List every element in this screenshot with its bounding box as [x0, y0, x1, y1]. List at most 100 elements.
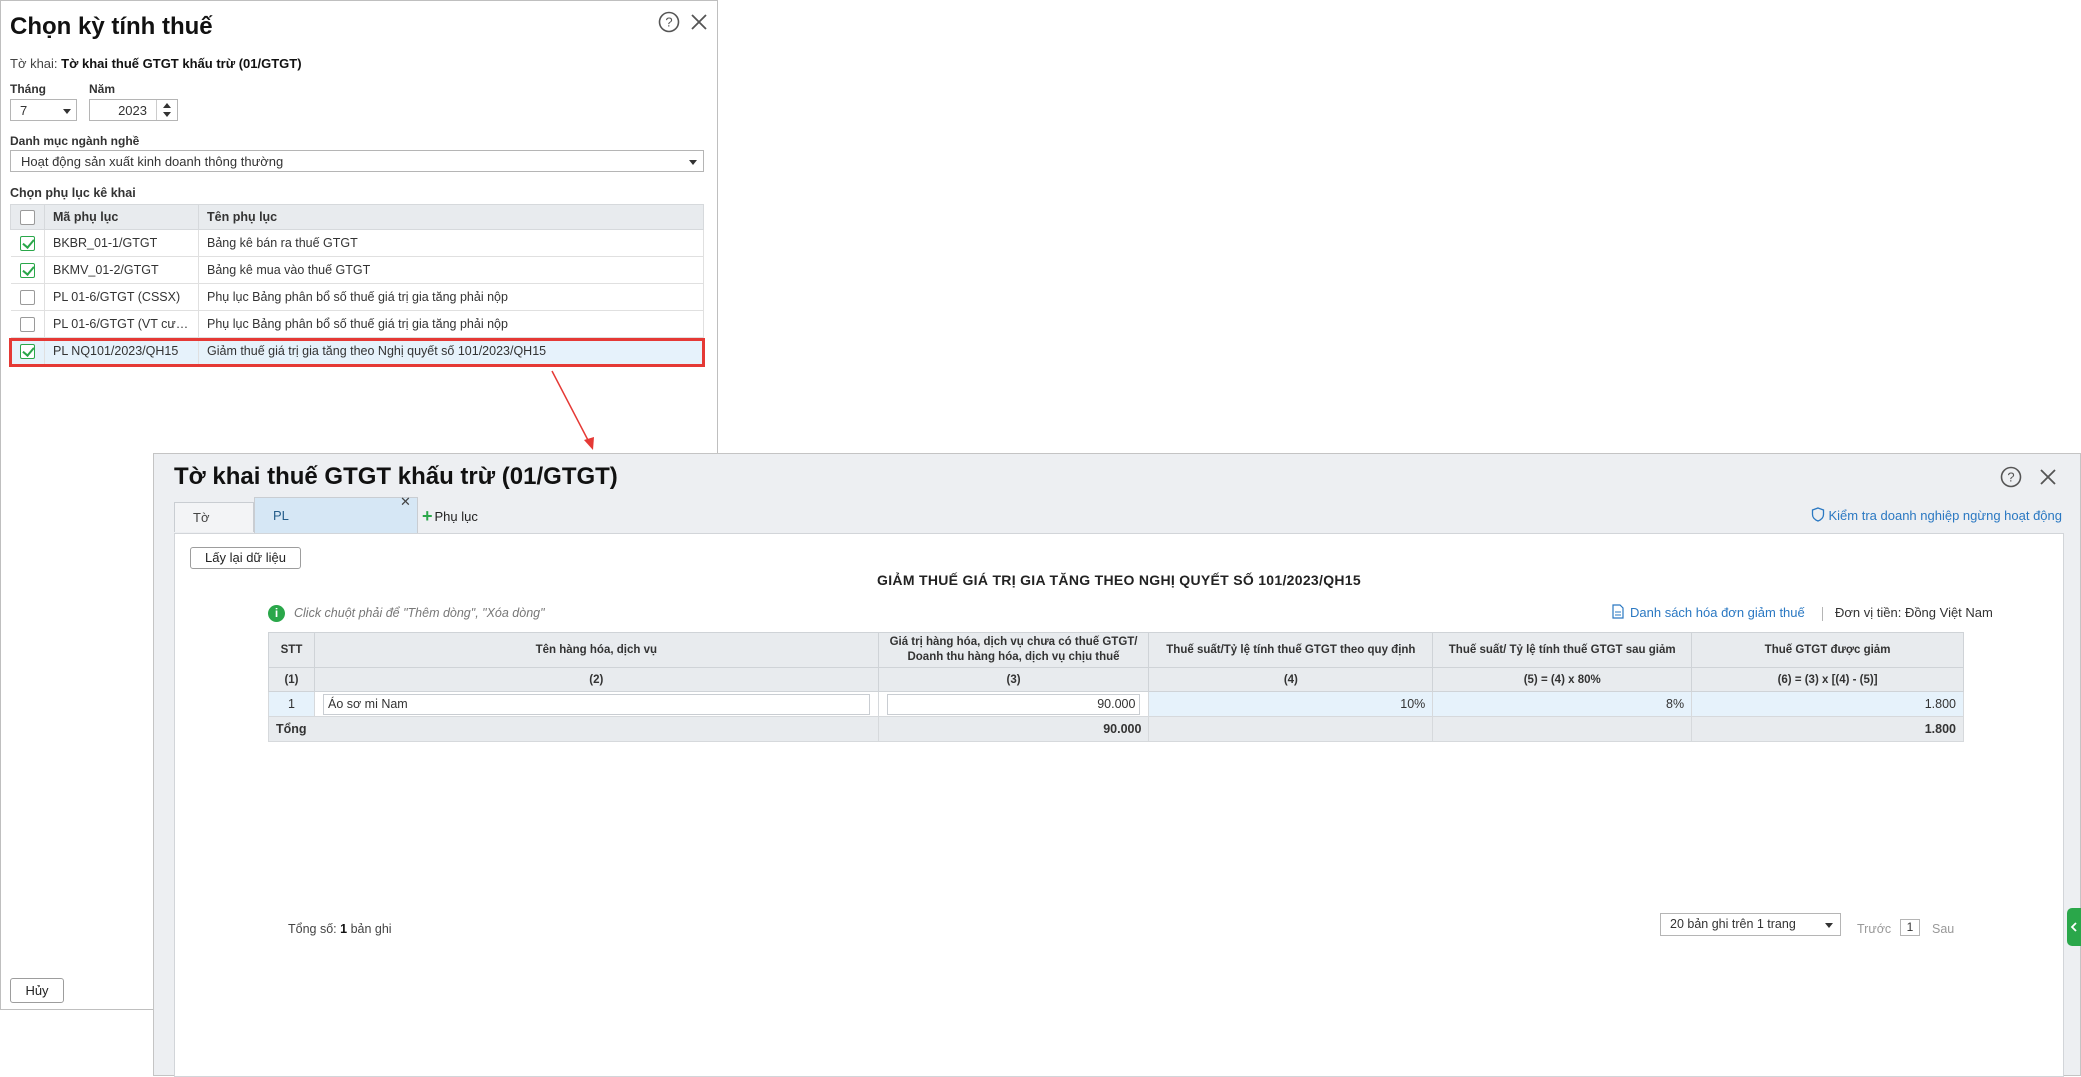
divider: [1822, 607, 1823, 621]
tab-appendix-nq101[interactable]: PL NQ101/2023/QH15: [254, 497, 418, 559]
appendix-name: Bảng kê mua vào thuế GTGT: [198, 256, 704, 284]
close-tab-icon[interactable]: ✕: [400, 494, 411, 510]
add-appendix-button[interactable]: + Phụ lục: [422, 506, 478, 527]
reduced-tax-invoices-link[interactable]: Danh sách hóa đơn giảm thuế: [1612, 603, 1805, 623]
appendix-code: PL NQ101/2023/QH15: [44, 337, 199, 365]
check-business-status-label: Kiểm tra doanh nghiệp ngừng hoạt động: [1828, 508, 2063, 523]
appendix-label: Chọn phụ lục kê khai: [10, 186, 136, 200]
tax-reduction-table: STT Tên hàng hóa, dịch vụ Giá trị hàng h…: [268, 632, 1964, 742]
total-row: Tổng 90.000 1.800: [268, 716, 1964, 742]
plus-icon: +: [422, 506, 433, 526]
table-row[interactable]: 1 Áo sơ mi Nam 90.000 10% 8% 1.800: [268, 691, 1964, 717]
help-icon[interactable]: ?: [1999, 465, 2023, 489]
year-value: 2023: [118, 103, 147, 118]
row-checkbox[interactable]: [10, 337, 45, 365]
spin-down-icon[interactable]: [163, 112, 171, 117]
chevron-down-icon: [63, 109, 71, 114]
column-index: (5) = (4) x 80%: [1432, 667, 1693, 692]
appendix-code: BKBR_01-1/GTGT: [44, 229, 199, 257]
column-header-reduced-rate: Thuế suất/ Tỷ lệ tính thuế GTGT sau giảm: [1432, 632, 1693, 668]
appendix-code: PL 01-6/GTGT (CSSX): [44, 283, 199, 311]
declaration-value: Tờ khai thuế GTGT khấu trừ (01/GTGT): [61, 56, 302, 71]
column-header-stt: STT: [268, 632, 315, 668]
column-header-goods-name: Tên hàng hóa, dịch vụ: [313, 632, 879, 668]
close-icon[interactable]: [2036, 465, 2060, 489]
column-index: (6) = (3) x [(4) - (5)]: [1691, 667, 1964, 692]
row-checkbox[interactable]: [10, 229, 45, 257]
total-value: 90.000: [877, 716, 1150, 742]
appendix-code: PL 01-6/GTGT (VT cước...: [44, 310, 199, 338]
table-row-selected[interactable]: PL NQ101/2023/QH15 Giảm thuế giá trị gia…: [10, 337, 704, 365]
declaration-label: Tờ khai:: [10, 56, 58, 71]
help-icon[interactable]: ?: [657, 10, 681, 34]
page-size-value: 20 bản ghi trên 1 trang: [1670, 917, 1796, 931]
table-row[interactable]: BKMV_01-2/GTGT Bảng kê mua vào thuế GTGT: [10, 256, 704, 284]
column-header-name: Tên phụ lục: [198, 204, 704, 230]
page-number[interactable]: 1: [1900, 919, 1920, 936]
svg-text:?: ?: [2007, 470, 2014, 485]
year-stepper[interactable]: 2023: [89, 99, 178, 121]
tab-declaration[interactable]: Tờ khai: [174, 502, 254, 555]
page-size-select[interactable]: 20 bản ghi trên 1 trang: [1660, 913, 1841, 936]
value-cell[interactable]: 90.000: [877, 691, 1150, 717]
column-header-value: Giá trị hàng hóa, dịch vụ chưa có thuế G…: [877, 632, 1150, 668]
report-title: GIẢM THUẾ GIÁ TRỊ GIA TĂNG THEO NGHỊ QUY…: [877, 572, 1361, 588]
month-select[interactable]: 7: [10, 99, 77, 121]
appendix-name: Phụ lục Bảng phân bổ số thuế giá trị gia…: [198, 283, 704, 311]
row-checkbox[interactable]: [10, 256, 45, 284]
year-label: Năm: [89, 82, 116, 96]
column-index: (3): [877, 667, 1150, 692]
empty-cell: [1432, 716, 1693, 742]
next-page-button[interactable]: Sau: [1932, 922, 1954, 936]
document-icon: [1612, 604, 1624, 619]
reduced-rate-cell[interactable]: 8%: [1432, 691, 1693, 717]
cancel-button[interactable]: Hủy: [10, 978, 64, 1003]
table-row[interactable]: PL 01-6/GTGT (VT cước... Phụ lục Bảng ph…: [10, 310, 704, 338]
info-icon: i: [268, 605, 285, 623]
table-header-row: STT Tên hàng hóa, dịch vụ Giá trị hàng h…: [268, 632, 1964, 668]
row-checkbox[interactable]: [10, 310, 45, 338]
check-business-status-link[interactable]: Kiểm tra doanh nghiệp ngừng hoạt động: [1811, 506, 2063, 526]
declaration-info: Tờ khai: Tờ khai thuế GTGT khấu trừ (01/…: [10, 56, 302, 71]
shield-icon: [1811, 507, 1824, 522]
add-appendix-label: Phụ lục: [434, 509, 478, 524]
column-header-code: Mã phụ lục: [44, 204, 199, 230]
appendix-name: Phụ lục Bảng phân bổ số thuế giá trị gia…: [198, 310, 704, 338]
industry-label: Danh mục ngành nghề: [10, 134, 140, 148]
total-tax: 1.800: [1691, 716, 1964, 742]
spin-up-icon[interactable]: [163, 103, 171, 108]
rate-cell[interactable]: 10%: [1148, 691, 1434, 717]
currency-unit: Đơn vị tiền: Đồng Việt Nam: [1835, 605, 1993, 620]
appendix-name: Giảm thuế giá trị gia tăng theo Nghị quy…: [198, 337, 704, 365]
hint-text: Click chuột phải để "Thêm dòng", "Xóa dò…: [294, 606, 545, 620]
table-header-row: Mã phụ lục Tên phụ lục: [10, 204, 704, 230]
record-count-suffix: bản ghi: [350, 922, 392, 936]
dialog-title: Tờ khai thuế GTGT khấu trừ (01/GTGT): [174, 463, 618, 490]
goods-name-input[interactable]: Áo sơ mi Nam: [322, 693, 870, 715]
month-value: 7: [20, 103, 28, 118]
context-hint: i Click chuột phải để "Thêm dòng", "Xóa d…: [268, 603, 545, 623]
previous-page-button[interactable]: Trước: [1857, 922, 1891, 936]
industry-select[interactable]: Hoạt động sản xuất kinh doanh thông thườ…: [10, 150, 704, 172]
select-all-checkbox[interactable]: [10, 204, 45, 230]
month-label: Tháng: [10, 82, 46, 96]
column-header-reduced-tax: Thuế GTGT được giảm: [1691, 632, 1964, 668]
side-panel-toggle[interactable]: [2067, 908, 2081, 946]
table-row[interactable]: PL 01-6/GTGT (CSSX) Phụ lục Bảng phân bổ…: [10, 283, 704, 311]
value-input[interactable]: 90.000: [886, 693, 1141, 715]
industry-value: Hoạt động sản xuất kinh doanh thông thườ…: [21, 154, 284, 169]
record-count-prefix: Tổng số:: [288, 922, 337, 936]
total-label: Tổng: [268, 716, 879, 742]
record-count-value: 1: [340, 922, 348, 936]
row-checkbox[interactable]: [10, 283, 45, 311]
close-icon[interactable]: [687, 10, 711, 34]
goods-name-cell[interactable]: Áo sơ mi Nam: [313, 691, 879, 717]
reduced-tax-invoices-label: Danh sách hóa đơn giảm thuế: [1630, 605, 1805, 620]
reload-data-button[interactable]: Lấy lại dữ liệu: [190, 547, 301, 569]
appendix-table: Mã phụ lục Tên phụ lục BKBR_01-1/GTGT Bả…: [10, 204, 704, 365]
table-row[interactable]: BKBR_01-1/GTGT Bảng kê bán ra thuế GTGT: [10, 229, 704, 257]
chevron-down-icon: [689, 160, 697, 165]
appendix-name: Bảng kê bán ra thuế GTGT: [198, 229, 704, 257]
column-index: (4): [1148, 667, 1434, 692]
reduced-tax-cell: 1.800: [1691, 691, 1964, 717]
